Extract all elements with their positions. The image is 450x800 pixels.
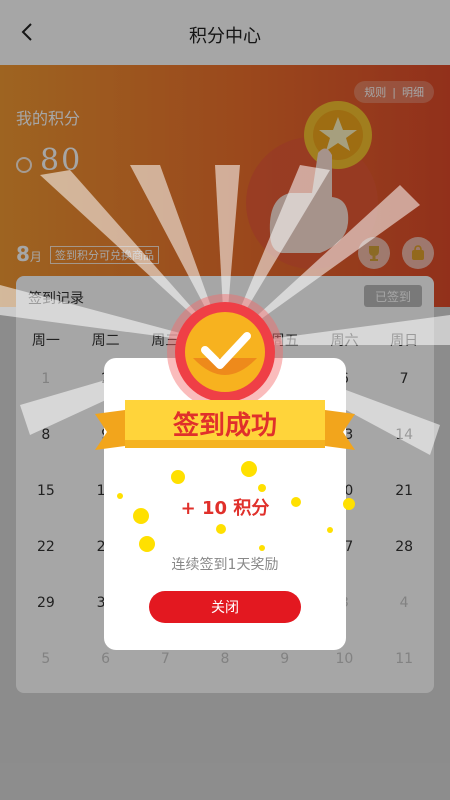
streak-reward-text: 连续签到1天奖励 (171, 557, 279, 573)
points-earned: + 10 积分 (180, 498, 270, 519)
success-title: 签到成功 (172, 411, 277, 441)
success-check-icon (167, 294, 283, 410)
close-button[interactable]: 关闭 (149, 591, 301, 623)
